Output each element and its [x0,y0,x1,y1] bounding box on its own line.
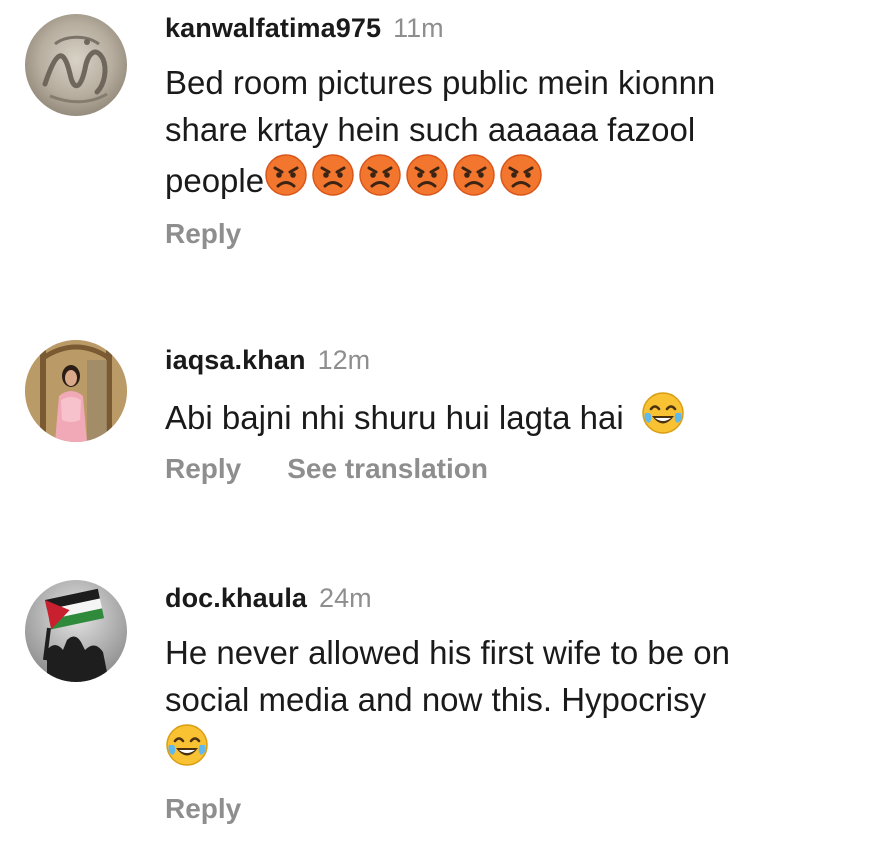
comment-timestamp: 11m [393,13,444,43]
angry-face-emoji [358,153,402,197]
comment-text-line: social media and now this. Hypocrisy [165,681,707,718]
comment-text-line: people [165,162,265,199]
reply-button[interactable]: Reply [165,453,241,485]
avatar[interactable] [25,580,127,682]
emoji-group [264,153,543,197]
tears-of-joy-emoji [641,391,685,435]
comment-username[interactable]: iaqsa.khan [165,339,306,381]
comment-text: He never allowed his first wife to be on… [165,629,851,773]
comment-text-line: He never allowed his first wife to be on [165,634,730,671]
comment-username[interactable]: doc.khaula [165,577,307,619]
avatar-image [25,580,127,682]
angry-face-emoji [311,153,355,197]
avatar-image [25,340,127,442]
angry-face-emoji [452,153,496,197]
avatar-image [25,14,127,116]
angry-face-emoji [405,153,449,197]
reply-button[interactable]: Reply [165,793,241,825]
reply-button[interactable]: Reply [165,218,241,250]
avatar[interactable] [25,14,127,116]
comment-text: Bed room pictures public mein kionnn sha… [165,59,851,204]
comment-text: Abi bajni nhi shuru hui lagta hai [165,391,851,441]
comment-text-line: share krtay hein such aaaaaa fazool [165,111,696,148]
comment-text-line: Bed room pictures public mein kionnn [165,64,716,101]
tears-of-joy-emoji [165,723,209,767]
angry-face-emoji [499,153,543,197]
avatar[interactable] [25,340,127,442]
see-translation-button[interactable]: See translation [287,453,488,485]
comment-timestamp: 12m [317,345,371,375]
angry-face-emoji [264,153,308,197]
comment-timestamp: 24m [319,583,372,613]
comment-text-line: Abi bajni nhi shuru hui lagta hai [165,399,624,436]
comment-username[interactable]: kanwalfatima975 [165,7,381,49]
